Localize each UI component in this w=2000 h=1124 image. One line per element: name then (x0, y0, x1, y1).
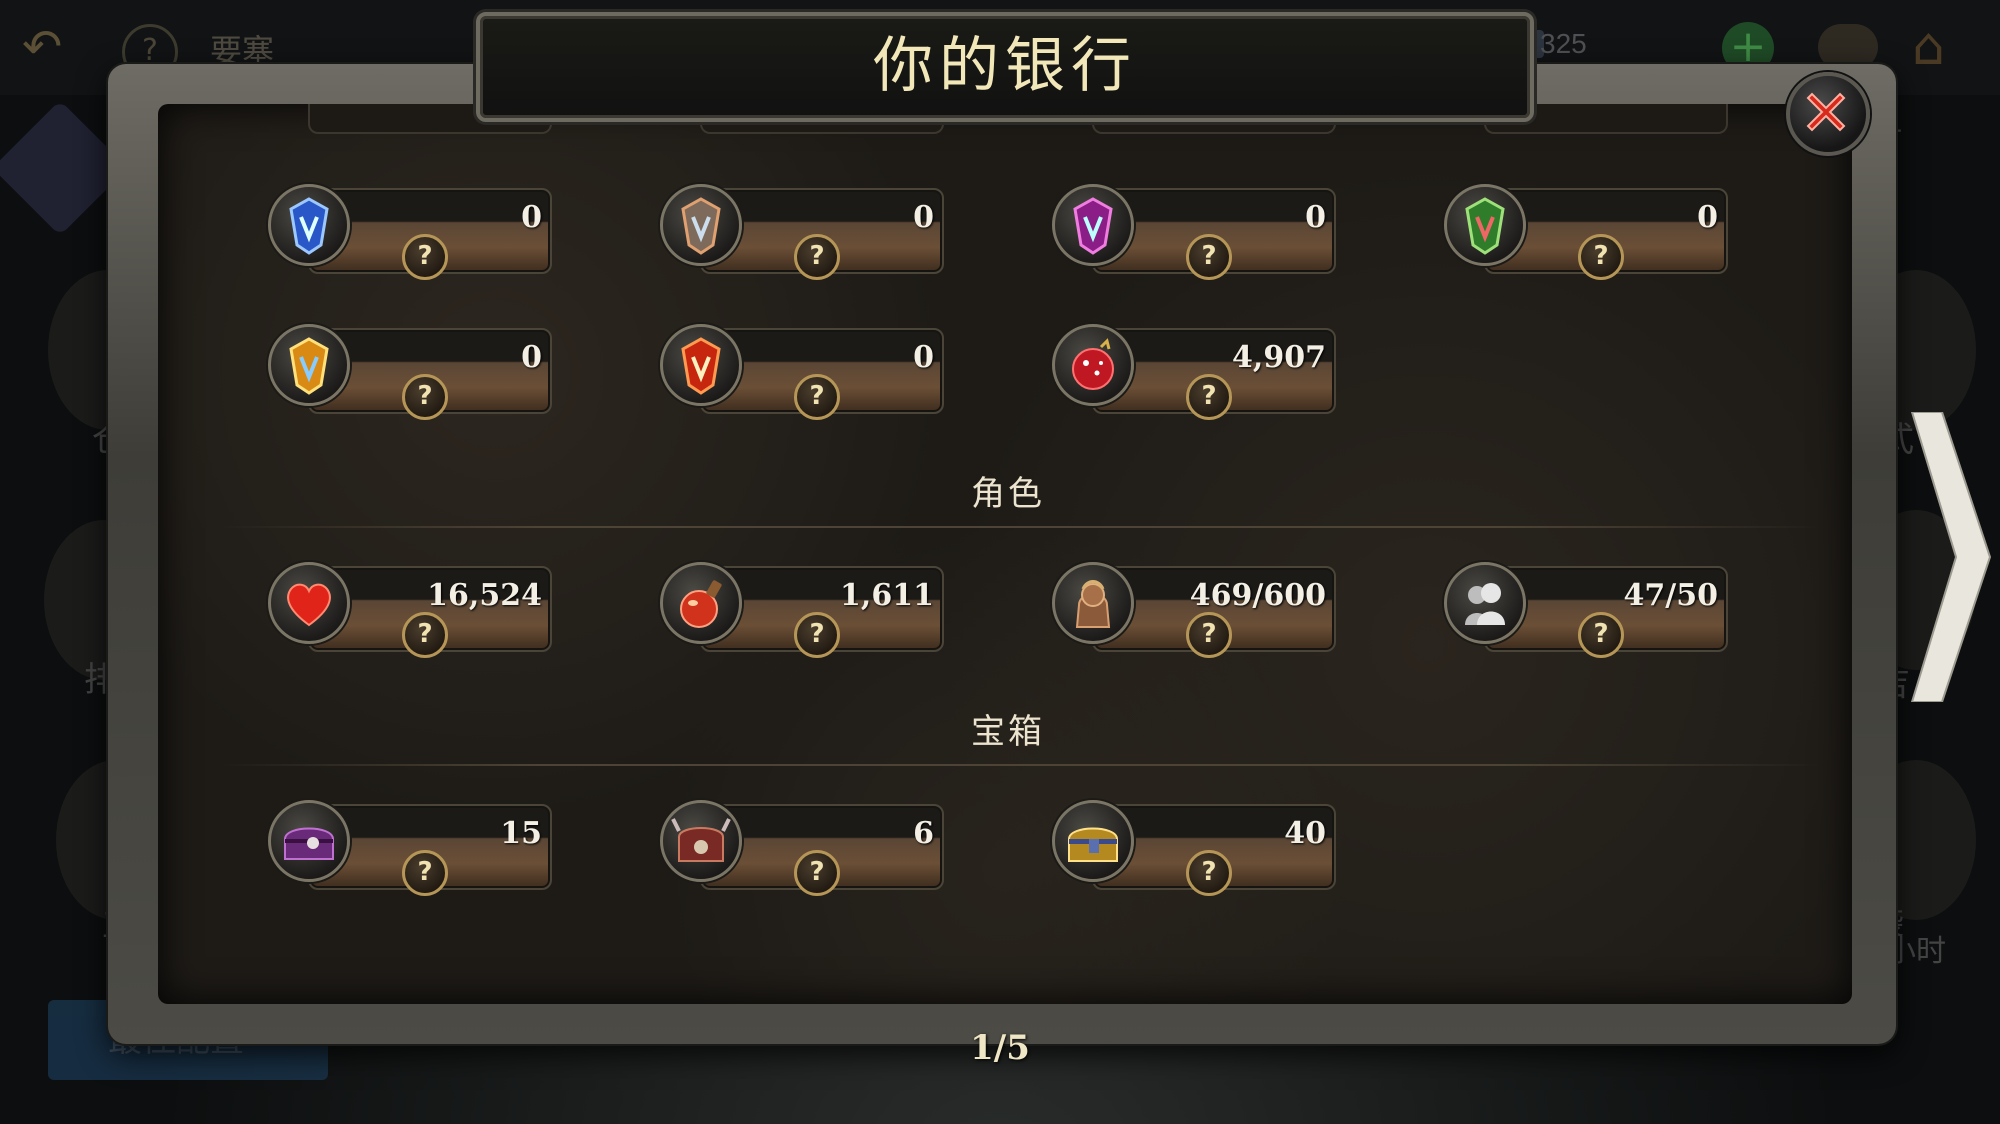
item-info-button[interactable]: ? (794, 850, 840, 896)
gold-chest-icon (1052, 800, 1134, 882)
bank-item-card: 40 ? (1052, 792, 1336, 896)
item-info-button[interactable]: ? (1186, 234, 1232, 280)
next-page-arrow-icon[interactable] (1902, 412, 1992, 702)
item-count: 16,524 (427, 578, 542, 613)
bank-item-card: 0 ? (1444, 176, 1728, 280)
dialog-title: 你的银行 (873, 31, 1137, 101)
heart-icon (268, 562, 350, 644)
bank-item-card: 0 ? (1052, 176, 1336, 280)
orange-shard-icon (660, 184, 742, 266)
red-chest-icon (660, 800, 742, 882)
currency-value: 325 (1540, 28, 1587, 59)
bank-item-card: 0 ? (660, 316, 944, 420)
item-count: 469/600 (1189, 578, 1326, 613)
section-divider (220, 764, 1820, 766)
item-count: 0 (1305, 200, 1326, 235)
item-count: 40 (1284, 816, 1326, 851)
blue-shard-icon (268, 184, 350, 266)
potion-icon (660, 562, 742, 644)
green-shard-icon (1444, 184, 1526, 266)
item-info-button[interactable]: ? (794, 612, 840, 658)
back-arrow-icon[interactable]: ↶ (22, 23, 92, 71)
section-divider (220, 526, 1820, 528)
item-count: 6 (913, 816, 934, 851)
bank-item-card: 47/50 ? (1444, 554, 1728, 658)
bank-item-card: 4,907 ? (1052, 316, 1336, 420)
bank-item-card: 16,524 ? (268, 554, 552, 658)
section-title-characters: 角色 (971, 474, 1045, 514)
close-icon (1806, 92, 1846, 132)
item-count: 15 (500, 816, 542, 851)
bank-item-card: 0 ? (268, 316, 552, 420)
item-info-button[interactable]: ? (402, 374, 448, 420)
purple-shard-icon (1052, 184, 1134, 266)
item-count: 0 (521, 340, 542, 375)
item-info-button[interactable]: ? (1186, 374, 1232, 420)
item-info-button[interactable]: ? (1186, 612, 1232, 658)
red-shard-icon (660, 324, 742, 406)
dialog-title-plate: 你的银行 (476, 12, 1534, 122)
bank-item-card: 469/600 ? (1052, 554, 1336, 658)
bank-item-card: 0 ? (268, 176, 552, 280)
item-info-button[interactable]: ? (402, 234, 448, 280)
home-icon[interactable]: ⌂ (1912, 20, 1968, 74)
item-count: 0 (913, 340, 934, 375)
item-count: 47/50 (1623, 578, 1718, 613)
silhouette-icon (1444, 562, 1526, 644)
item-info-button[interactable]: ? (402, 612, 448, 658)
item-count: 4,907 (1232, 340, 1326, 375)
bank-item-card: 0 ? (660, 176, 944, 280)
bank-item-card: 15 ? (268, 792, 552, 896)
item-info-button[interactable]: ? (402, 850, 448, 896)
hero-bust-icon (1052, 562, 1134, 644)
close-button[interactable] (1786, 72, 1870, 156)
page-indicator: 1/5 (970, 1028, 1030, 1068)
gold-shard-icon (268, 324, 350, 406)
item-info-button[interactable]: ? (794, 234, 840, 280)
red-orb-icon (1052, 324, 1134, 406)
item-count: 1,611 (840, 578, 934, 613)
bank-item-card: 6 ? (660, 792, 944, 896)
item-info-button[interactable]: ? (1186, 850, 1232, 896)
item-count: 0 (1697, 200, 1718, 235)
purple-chest-icon (268, 800, 350, 882)
item-count: 0 (913, 200, 934, 235)
item-info-button[interactable]: ? (1578, 234, 1624, 280)
item-info-button[interactable]: ? (794, 374, 840, 420)
item-count: 0 (521, 200, 542, 235)
bank-item-card: 1,611 ? (660, 554, 944, 658)
item-info-button[interactable]: ? (1578, 612, 1624, 658)
section-title-chests: 宝箱 (971, 712, 1045, 752)
